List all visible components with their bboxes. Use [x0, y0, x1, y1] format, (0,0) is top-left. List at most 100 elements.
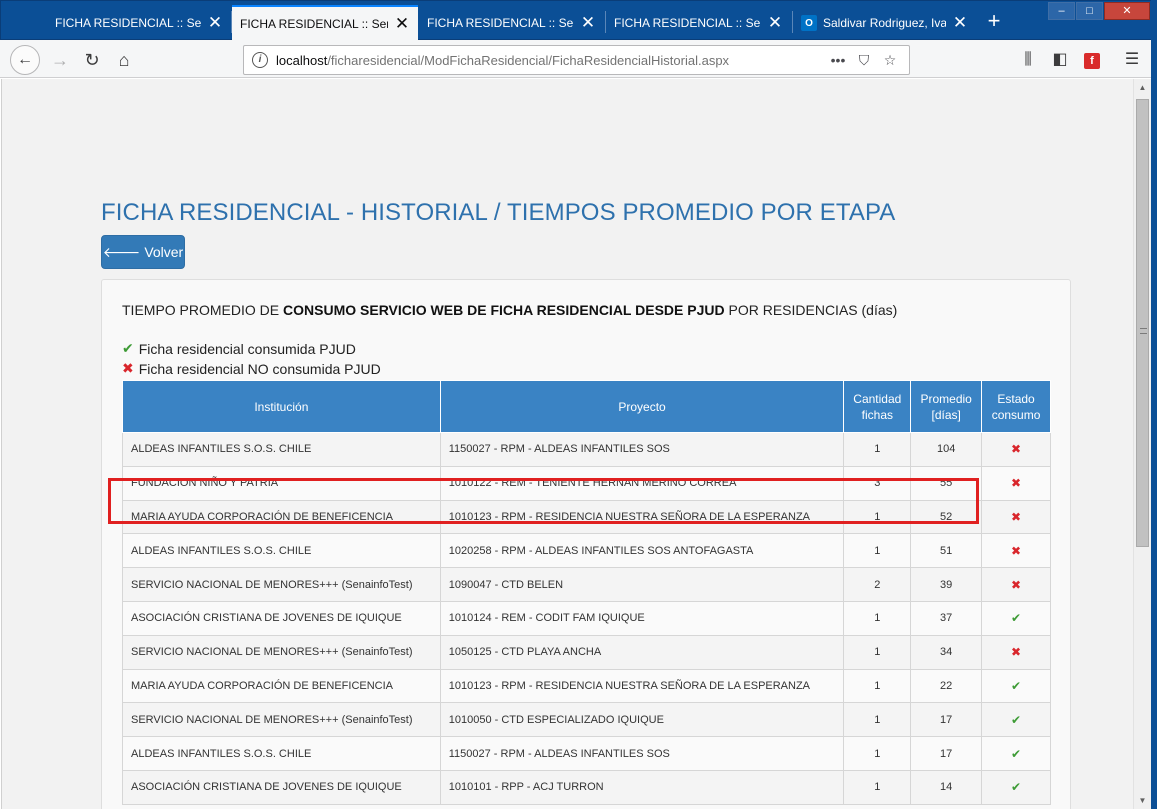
- check-icon: ✔: [1011, 712, 1022, 727]
- home-icon[interactable]: ⌂: [110, 46, 138, 74]
- cell-cantidad: 1: [843, 736, 912, 771]
- header-promedio[interactable]: Promedio [días]: [910, 380, 983, 433]
- table-row: SERVICIO NACIONAL DE MENORES+++ (Senainf…: [122, 634, 1051, 670]
- legend-consumed-label: Ficha residencial consumida PJUD: [138, 340, 356, 357]
- cell-estado: ✖: [981, 499, 1051, 535]
- cross-icon: ✖: [1011, 509, 1022, 524]
- header-promedio-line2: [días]: [931, 407, 961, 422]
- back-icon[interactable]: ←: [10, 45, 40, 75]
- panel-heading: TIEMPO PROMEDIO DE CONSUMO SERVICIO WEB …: [122, 302, 897, 318]
- volver-button[interactable]: 🡐 Volver: [101, 235, 185, 269]
- check-icon: ✔: [1011, 611, 1022, 626]
- scroll-up-arrow-icon[interactable]: ▲: [1134, 79, 1151, 96]
- cell-promedio: 17: [910, 702, 983, 738]
- cross-icon: ✖: [1011, 543, 1022, 558]
- navigation-toolbar: ← → ↻ ⌂ i localhost/ficharesidencial/Mod…: [0, 40, 1157, 78]
- cell-promedio: 104: [910, 432, 983, 467]
- reload-icon[interactable]: ↻: [78, 46, 106, 74]
- scroll-thumb[interactable]: [1136, 99, 1149, 547]
- vertical-scrollbar[interactable]: ▲ ▼: [1133, 79, 1151, 809]
- library-icon[interactable]: ⫼: [1014, 46, 1042, 74]
- tab-ficha-2-active[interactable]: FICHA RESIDENCIAL :: Senainfo ✕: [232, 5, 418, 41]
- tab-title: Saldivar Rodriguez, Ivan: [823, 16, 946, 30]
- close-window-button[interactable]: ✕: [1104, 2, 1150, 20]
- forward-icon[interactable]: →: [46, 46, 74, 74]
- cell-promedio: 22: [910, 668, 983, 704]
- tab-close-icon[interactable]: ✕: [394, 15, 410, 32]
- historial-table: Institución Proyecto Cantidad fichas Prom…: [122, 380, 1051, 805]
- cell-institucion: ASOCIACIÓN CRISTIANA DE JOVENES DE IQUIQ…: [122, 769, 441, 805]
- header-estado[interactable]: Estado consumo: [981, 380, 1051, 433]
- cell-estado: ✔: [981, 736, 1051, 771]
- tab-close-icon[interactable]: ✕: [580, 14, 596, 31]
- cell-promedio: 34: [910, 634, 983, 670]
- cell-institucion: ALDEAS INFANTILES S.O.S. CHILE: [122, 736, 441, 771]
- url-actions: ••• ⛉ ☆: [825, 50, 903, 70]
- outlook-icon: O: [801, 15, 817, 31]
- flash-icon: f: [1084, 53, 1100, 69]
- bookmark-star-icon[interactable]: ☆: [877, 50, 903, 70]
- tab-close-icon[interactable]: ✕: [952, 14, 968, 31]
- tab-outlook[interactable]: O Saldivar Rodriguez, Ivan ✕: [793, 5, 976, 41]
- heading-bold: CONSUMO SERVICIO WEB DE FICHA RESIDENCIA…: [283, 302, 725, 318]
- cross-icon: ✖: [1011, 476, 1022, 491]
- flash-icon-button[interactable]: f: [1078, 46, 1106, 74]
- cross-icon: ✖: [1011, 645, 1022, 660]
- check-icon: ✔: [1011, 780, 1022, 795]
- header-proyecto[interactable]: Proyecto: [439, 380, 845, 433]
- cell-proyecto: 1010101 - RPP - ACJ TURRON: [439, 769, 845, 805]
- tab-ficha-3[interactable]: FICHA RESIDENCIAL :: Senainfo ✕: [419, 5, 604, 41]
- tab-close-icon[interactable]: ✕: [207, 14, 223, 31]
- tab-ficha-1[interactable]: FICHA RESIDENCIAL :: Senainfo ✕: [47, 5, 231, 41]
- minimize-button[interactable]: –: [1048, 2, 1075, 20]
- header-cantidad[interactable]: Cantidad fichas: [843, 380, 912, 433]
- cell-cantidad: 1: [843, 533, 912, 569]
- info-icon[interactable]: i: [252, 52, 268, 68]
- cell-estado: ✖: [981, 432, 1051, 467]
- legend-consumed: ✔ Ficha residencial consumida PJUD: [122, 340, 356, 357]
- tab-close-icon[interactable]: ✕: [767, 14, 783, 31]
- cell-proyecto: 1010050 - CTD ESPECIALIZADO IQUIQUE: [439, 702, 845, 738]
- cell-estado: ✖: [981, 533, 1051, 569]
- cell-cantidad: 1: [843, 702, 912, 738]
- page-viewport: FICHA RESIDENCIAL - HISTORIAL / TIEMPOS …: [1, 79, 1133, 809]
- arrow-left-icon: 🡐: [102, 243, 141, 260]
- cell-promedio: 37: [910, 600, 983, 636]
- check-icon: ✔: [122, 340, 134, 356]
- cross-icon: ✖: [1011, 442, 1022, 457]
- window-border: [1151, 0, 1157, 809]
- cell-institucion: ALDEAS INFANTILES S.O.S. CHILE: [122, 432, 441, 467]
- window-controls: – □ ✕: [1047, 2, 1150, 20]
- table-row: MARIA AYUDA CORPORACIÓN DE BENEFICENCIA 1…: [122, 668, 1051, 704]
- more-icon[interactable]: •••: [825, 50, 851, 70]
- cell-proyecto: 1090047 - CTD BELEN: [439, 567, 845, 602]
- table-row: ALDEAS INFANTILES S.O.S. CHILE 1020258 - …: [122, 533, 1051, 569]
- scroll-down-arrow-icon[interactable]: ▼: [1134, 792, 1151, 809]
- new-tab-button[interactable]: +: [981, 9, 1007, 35]
- check-icon: ✔: [1011, 678, 1022, 693]
- tab-title: FICHA RESIDENCIAL :: Senainfo: [427, 16, 574, 30]
- heading-prefix: TIEMPO PROMEDIO DE: [122, 302, 284, 318]
- cell-institucion: MARIA AYUDA CORPORACIÓN DE BENEFICENCIA: [122, 668, 441, 704]
- url-bar[interactable]: i localhost/ficharesidencial/ModFichaRes…: [243, 45, 910, 75]
- table-row: ALDEAS INFANTILES S.O.S. CHILE 1150027 - …: [122, 736, 1051, 771]
- highlight-annotation-box: [108, 478, 979, 524]
- pocket-icon[interactable]: ⛉: [851, 50, 877, 70]
- heading-suffix: POR RESIDENCIAS (días): [724, 302, 898, 318]
- cell-cantidad: 1: [843, 634, 912, 670]
- tab-ficha-4[interactable]: FICHA RESIDENCIAL :: Senainfo ✕: [606, 5, 791, 41]
- maximize-button[interactable]: □: [1076, 2, 1103, 20]
- cell-cantidad: 1: [843, 600, 912, 636]
- cell-estado: ✖: [981, 567, 1051, 602]
- sidebar-icon[interactable]: ◧: [1046, 46, 1074, 74]
- menu-icon[interactable]: ☰: [1118, 46, 1146, 74]
- cell-estado: ✖: [981, 634, 1051, 670]
- tab-title: FICHA RESIDENCIAL :: Senainfo: [614, 16, 761, 30]
- cell-proyecto: 1020258 - RPM - ALDEAS INFANTILES SOS AN…: [439, 533, 845, 569]
- cell-cantidad: 1: [843, 769, 912, 805]
- cell-institucion: SERVICIO NACIONAL DE MENORES+++ (Senainf…: [122, 634, 441, 670]
- legend-not-consumed: ✖ Ficha residencial NO consumida PJUD: [122, 360, 381, 377]
- cell-institucion: SERVICIO NACIONAL DE MENORES+++ (Senainf…: [122, 702, 441, 738]
- header-institucion[interactable]: Institución: [122, 380, 441, 433]
- page-title: FICHA RESIDENCIAL - HISTORIAL / TIEMPOS …: [101, 199, 896, 226]
